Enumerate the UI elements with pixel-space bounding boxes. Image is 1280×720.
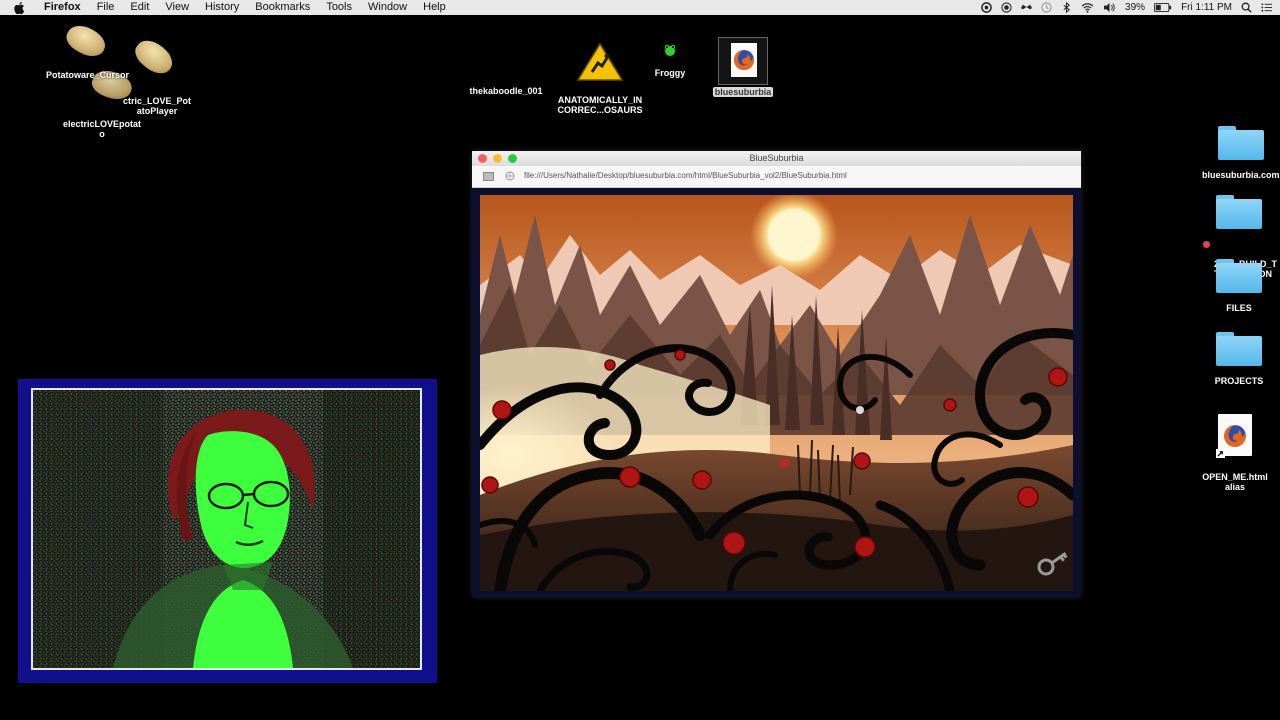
- desktop-icon-anatomically[interactable]: ANATOMICALLY_IN CORREC...OSAURS: [552, 32, 648, 115]
- red-tag-icon: [1203, 241, 1210, 248]
- spotlight-search-icon[interactable]: [1241, 2, 1252, 13]
- browser-window[interactable]: BlueSuburbia file:///Users/Nathalie/Desk…: [472, 151, 1081, 597]
- desktop-icon-label: bluesuburbia: [712, 87, 774, 97]
- menu-help[interactable]: Help: [415, 0, 454, 15]
- menu-history[interactable]: History: [197, 0, 247, 15]
- desktop-icon-bluesuburbia-com[interactable]: bluesuburbia.com: [1196, 126, 1280, 180]
- menu-view[interactable]: View: [157, 0, 197, 15]
- zoom-button[interactable]: [508, 154, 517, 163]
- desktop-icon-label: OPEN_ME.html alias: [1202, 472, 1268, 492]
- menu-tools[interactable]: Tools: [318, 0, 360, 15]
- time-machine-icon[interactable]: [1041, 2, 1052, 13]
- creative-cloud-icon[interactable]: [981, 2, 992, 13]
- desktop-icon-froggy[interactable]: Froggy: [646, 42, 694, 78]
- desktop-icon-open-me[interactable]: OPEN_ME.html alias: [1194, 404, 1276, 492]
- dropbox-icon[interactable]: [1021, 2, 1033, 13]
- folder-icon: [1218, 126, 1264, 160]
- desktop-icon-potatoware-cursor[interactable]: Potatoware_Cursor: [40, 70, 135, 80]
- site-identity-icon[interactable]: [505, 171, 515, 181]
- desktop-icon-electric-love-potato[interactable]: electricLOVEpotat o: [52, 109, 152, 139]
- folder-icon: [1216, 195, 1262, 229]
- menu-file[interactable]: File: [89, 0, 123, 15]
- potato-icon[interactable]: [130, 34, 178, 80]
- desktop-icon-label: Froggy: [654, 68, 686, 78]
- desktop-icon-bluesuburbia[interactable]: bluesuburbia: [710, 37, 776, 97]
- folder-icon: [1216, 259, 1262, 293]
- url-text[interactable]: file:///Users/Nathalie/Desktop/bluesubur…: [524, 171, 847, 180]
- webcam-window[interactable]: [18, 379, 437, 683]
- menu-bar: Firefox File Edit View History Bookmarks…: [0, 0, 1280, 15]
- desktop-icon-kaboodle[interactable]: thekaboodle_001: [462, 86, 550, 96]
- minimize-button[interactable]: [493, 154, 502, 163]
- page-content[interactable]: [480, 195, 1073, 591]
- url-bar[interactable]: file:///Users/Nathalie/Desktop/bluesubur…: [472, 166, 1081, 188]
- menu-firefox[interactable]: Firefox: [36, 0, 89, 15]
- desktop-icon-label: Potatoware_Cursor: [45, 70, 130, 80]
- bluetooth-icon[interactable]: [1061, 2, 1072, 13]
- desktop-icon-label: bluesuburbia.com: [1202, 170, 1280, 180]
- notification-center-icon[interactable]: [1261, 2, 1272, 13]
- desktop-icon-label: thekaboodle_001: [469, 86, 543, 96]
- battery-icon[interactable]: [1154, 2, 1172, 13]
- close-button[interactable]: [478, 154, 487, 163]
- potato-icon[interactable]: [62, 19, 110, 63]
- html-file-icon: [1216, 414, 1252, 458]
- folder-icon: [1216, 332, 1262, 366]
- window-controls: [478, 154, 517, 163]
- bluesuburbia-landscape-scene[interactable]: [480, 195, 1073, 591]
- menu-bookmarks[interactable]: Bookmarks: [247, 0, 318, 15]
- desktop-icon-label: PROJECTS: [1214, 376, 1264, 386]
- desktop-icon-label: electricLOVEpotat o: [62, 119, 142, 139]
- menu-window[interactable]: Window: [360, 0, 415, 15]
- battery-percent: 39%: [1125, 2, 1146, 13]
- alias-arrow-icon: [1216, 449, 1225, 458]
- warning-sign-icon: [576, 42, 624, 81]
- desktop-icon-projects[interactable]: PROJECTS: [1198, 332, 1280, 386]
- window-titlebar[interactable]: BlueSuburbia: [472, 151, 1081, 166]
- volume-icon[interactable]: [1103, 2, 1116, 13]
- status-area: 39% Fri 1:11 PM: [981, 0, 1272, 15]
- desktop-icon-label: ANATOMICALLY_IN CORREC...OSAURS: [557, 95, 643, 115]
- frog-icon: [664, 44, 676, 56]
- desktop-icon-label: FILES: [1226, 303, 1252, 313]
- sidebar-toggle-icon[interactable]: [483, 172, 494, 181]
- menu-edit[interactable]: Edit: [122, 0, 157, 15]
- wifi-icon[interactable]: [1081, 2, 1094, 13]
- desktop-icon-files[interactable]: FILES: [1198, 259, 1280, 313]
- window-title: BlueSuburbia: [749, 153, 804, 163]
- webcam-feed-image: [33, 390, 420, 668]
- record-icon[interactable]: [1001, 2, 1012, 13]
- html-file-icon: [718, 37, 768, 85]
- firefox-icon: [1224, 425, 1246, 447]
- clock[interactable]: Fri 1:11 PM: [1181, 2, 1232, 13]
- apple-icon[interactable]: [14, 1, 28, 14]
- webcam-video: [31, 388, 422, 670]
- firefox-icon: [734, 50, 754, 70]
